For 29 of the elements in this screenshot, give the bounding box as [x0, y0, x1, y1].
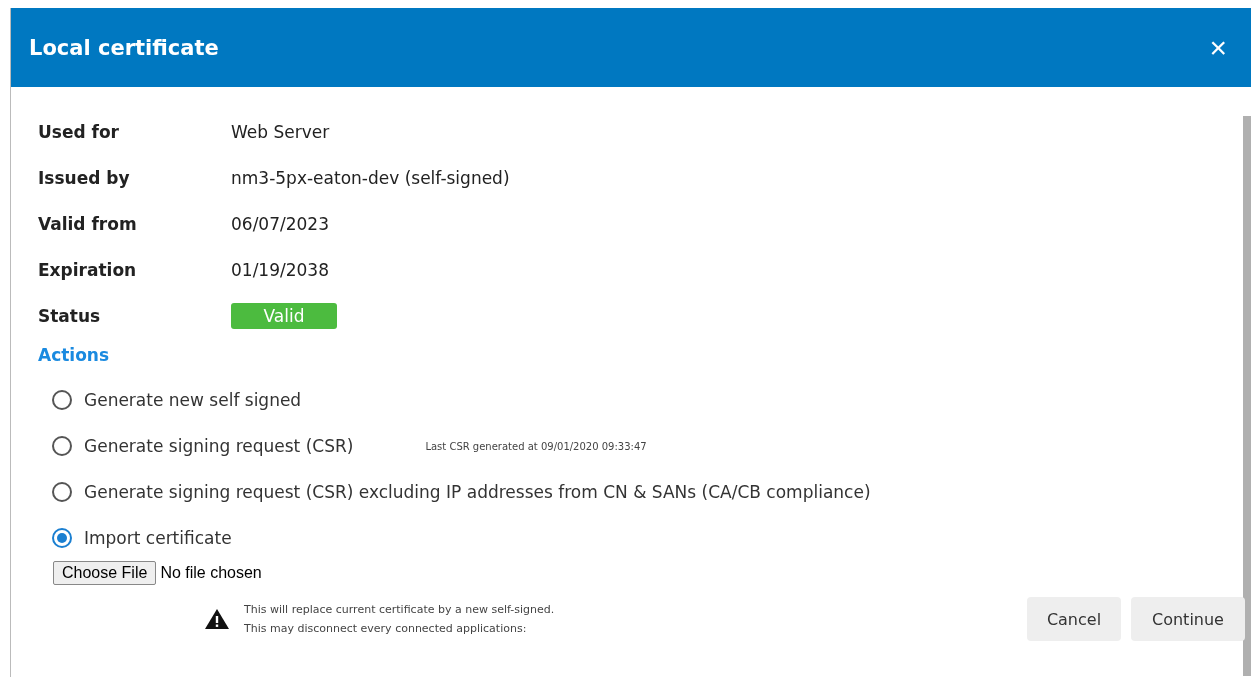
scrollbar[interactable] — [1243, 116, 1251, 676]
warning-icon — [204, 608, 230, 630]
field-label: Issued by — [38, 168, 131, 188]
option-label: Import certificate — [84, 528, 232, 548]
status-badge: Valid — [231, 303, 337, 329]
field-value: 06/07/2023 — [231, 214, 329, 234]
continue-button[interactable]: Continue — [1131, 597, 1245, 641]
option-label: Generate signing request (CSR) — [84, 436, 354, 456]
warning-text: This will replace current certificate by a new self-signed. This may disconnect every connected applications: — [244, 602, 555, 637]
field-value: 01/19/2038 — [231, 260, 329, 280]
cancel-button[interactable]: Cancel — [1027, 597, 1121, 641]
section-heading: Actions — [38, 345, 111, 365]
file-status: No file chosen — [160, 564, 262, 582]
field-label: Expiration — [38, 260, 138, 280]
field-value: Web Server — [231, 122, 330, 142]
radio-button[interactable] — [52, 436, 72, 456]
option-label: Generate signing request (CSR) excluding IP addresses from CN & SANs (CA/CB compliance) — [84, 482, 871, 502]
radio-button[interactable] — [52, 482, 72, 502]
choose-file-button[interactable]: Choose File — [53, 561, 157, 585]
close-button[interactable]: × — [1209, 32, 1227, 63]
option-label: Generate new self signed — [84, 390, 302, 410]
field-label: Used for — [38, 122, 120, 142]
radio-button[interactable] — [52, 390, 72, 410]
field-label: Valid from — [38, 214, 138, 234]
radio-button[interactable] — [52, 528, 72, 548]
field-value: nm3-5px-eaton-dev (self-signed) — [231, 168, 510, 188]
field-label: Status — [38, 306, 102, 326]
note-text: Last CSR generated at 09/01/2020 09:33:47 — [425, 440, 647, 452]
dialog-title: Local certificate — [29, 35, 219, 60]
